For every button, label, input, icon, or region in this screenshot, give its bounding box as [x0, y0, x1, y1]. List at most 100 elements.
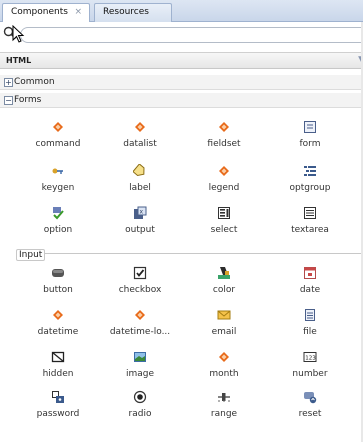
palette-item-datalist[interactable]: datalist — [100, 120, 180, 160]
palette-item-label: month — [209, 369, 239, 379]
checkbox-icon — [133, 266, 147, 280]
palette-item-label: option — [43, 225, 73, 235]
tag-label-icon — [133, 164, 145, 177]
palette-item-optgroup[interactable]: optgroup — [270, 164, 350, 204]
palette-item-label: datetime-lo... — [109, 327, 171, 337]
html-tag-icon — [219, 122, 229, 132]
palette-item-checkbox[interactable]: checkbox — [100, 266, 180, 306]
palette-item-option[interactable]: option — [18, 206, 98, 246]
palette-selector-dropdown[interactable]: HTML ▼ — [0, 52, 363, 69]
select-icon — [218, 207, 230, 219]
palette-item-label: checkbox — [118, 285, 162, 295]
output-icon: x — [134, 206, 147, 219]
palette-item-label: email — [211, 327, 237, 337]
palette-item-date[interactable]: date — [270, 266, 350, 306]
palette-item-password[interactable]: password — [18, 390, 98, 430]
palette-item-legend[interactable]: legend — [184, 164, 264, 204]
search-input[interactable] — [20, 27, 363, 43]
calendar-icon — [304, 267, 316, 279]
palette-item-label: legend — [208, 183, 240, 193]
palette-item-label: number — [292, 369, 328, 379]
keygen-icon — [52, 168, 63, 174]
palette-item-fieldset[interactable]: fieldset — [184, 120, 264, 160]
palette-item-label: label — [129, 183, 151, 193]
tab-components[interactable]: Components × — [2, 3, 90, 23]
close-icon[interactable]: × — [74, 7, 82, 17]
palette-item-command[interactable]: command — [18, 120, 98, 160]
palette-item-label: password — [36, 409, 80, 419]
palette-item-datetime-local[interactable]: datetime-lo... — [100, 308, 180, 348]
palette-item-label: select — [210, 225, 238, 235]
palette-item-label: textarea — [291, 225, 329, 235]
html-tag-icon — [135, 310, 145, 320]
palette-item-label: output — [125, 225, 155, 235]
form-icon — [304, 121, 316, 133]
number-icon: 123 — [303, 352, 317, 362]
palette-item-file[interactable]: file — [270, 308, 350, 348]
tab-bar: Components × Resources — [0, 0, 363, 23]
palette-selector-value: HTML — [6, 56, 32, 65]
html-tag-icon — [219, 352, 229, 362]
tab-resources[interactable]: Resources — [94, 3, 172, 22]
palette-item-label: optgroup — [289, 183, 331, 193]
html-tag-icon — [53, 122, 63, 132]
input-group-header: Input — [16, 249, 363, 267]
html-tag-icon — [53, 310, 63, 320]
palette-item-label: reset — [298, 409, 322, 419]
palette-item-hidden[interactable]: hidden — [18, 350, 98, 390]
password-icon — [52, 391, 64, 403]
palette-item-reset[interactable]: reset — [270, 390, 350, 430]
palette-item-form[interactable]: form — [270, 120, 350, 160]
palette-item-datetime[interactable]: datetime — [18, 308, 98, 348]
svg-text:123: 123 — [305, 356, 316, 362]
expand-icon[interactable]: + — [4, 78, 13, 87]
palette-item-textarea[interactable]: textarea — [270, 206, 350, 246]
search-row — [0, 22, 363, 48]
mouse-cursor-icon — [12, 25, 25, 43]
palette-item-button[interactable]: button — [18, 266, 98, 306]
category-common-label: Common — [14, 77, 55, 87]
palette-item-label: hidden — [42, 369, 74, 379]
category-forms[interactable]: − Forms — [0, 93, 363, 108]
palette-item-image[interactable]: image — [100, 350, 180, 390]
collapse-icon[interactable]: − — [4, 96, 13, 105]
palette-item-label: radio — [128, 409, 152, 419]
option-icon — [53, 207, 64, 220]
palette-item-radio[interactable]: radio — [100, 390, 180, 430]
html-tag-icon — [219, 166, 229, 176]
file-icon — [305, 309, 315, 321]
tab-resources-label: Resources — [103, 7, 149, 17]
slider-icon — [218, 393, 230, 402]
palette-item-label: date — [299, 285, 321, 295]
category-common[interactable]: + Common — [0, 75, 363, 90]
palette-item-color[interactable]: color — [184, 266, 264, 306]
category-forms-label: Forms — [14, 95, 42, 105]
palette-item-label[interactable]: label — [100, 164, 180, 204]
palette-item-month[interactable]: month — [184, 350, 264, 390]
radio-button-icon — [133, 390, 147, 404]
hidden-field-icon — [51, 351, 65, 363]
tab-components-label: Components — [11, 7, 68, 17]
image-icon — [134, 352, 146, 362]
palette-window: Components × Resources HTML ▼ + Common −… — [0, 0, 363, 442]
button-icon — [52, 269, 64, 277]
palette-item-label: datalist — [123, 139, 157, 149]
palette-item-select[interactable]: select — [184, 206, 264, 246]
palette-item-email[interactable]: email — [184, 308, 264, 348]
palette-item-label: command — [35, 139, 81, 149]
palette-item-label: datetime — [37, 327, 79, 337]
optgroup-icon — [304, 166, 316, 176]
palette-item-range[interactable]: range — [184, 390, 264, 430]
textarea-icon — [304, 207, 316, 219]
palette-item-label: fieldset — [207, 139, 241, 149]
palette-item-label: keygen — [41, 183, 75, 193]
palette-item-label: image — [125, 369, 155, 379]
palette-item-label: button — [43, 285, 73, 295]
input-group-label: Input — [16, 249, 46, 261]
envelope-icon — [217, 310, 231, 320]
palette-item-output[interactable]: x output — [100, 206, 180, 246]
palette-item-number[interactable]: 123 number — [270, 350, 350, 390]
svg-text:x: x — [140, 209, 144, 216]
palette-item-keygen[interactable]: keygen — [18, 164, 98, 204]
palette-item-label: file — [303, 327, 317, 337]
